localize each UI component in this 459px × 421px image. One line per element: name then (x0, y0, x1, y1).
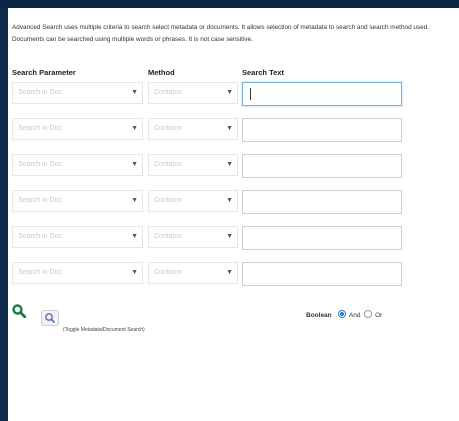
header-search-text: Search Text (242, 68, 284, 77)
method-value: Contains (154, 269, 182, 276)
dropdown-arrow-icon: ▼ (226, 89, 233, 96)
parameter-value: Search in Doc (18, 233, 62, 240)
top-bar (0, 0, 459, 8)
parameter-value: Search in Doc (18, 197, 62, 204)
parameter-select[interactable]: Search in Doc ▼ (12, 262, 143, 284)
search-row: Search in Doc ▼ Contains ▼ (8, 262, 459, 290)
text-caret (250, 88, 251, 100)
parameter-value: Search in Doc (18, 269, 62, 276)
advanced-search-panel: Advanced Search uses multiple criteria t… (8, 8, 459, 421)
dropdown-arrow-icon: ▼ (226, 233, 233, 240)
radio-or-label: Or (375, 312, 383, 319)
dropdown-arrow-icon: ▼ (131, 269, 138, 276)
radio-or[interactable] (364, 310, 373, 318)
dropdown-arrow-icon: ▼ (131, 125, 138, 132)
parameter-value: Search in Doc (18, 161, 62, 168)
parameter-select[interactable]: Search in Doc ▼ (12, 226, 143, 248)
search-row: Search in Doc ▼ Contains ▼ (8, 226, 459, 254)
method-select[interactable]: Contains ▼ (148, 262, 238, 284)
search-text-input[interactable] (242, 118, 402, 142)
boolean-selector: Boolean And Or (306, 310, 382, 319)
search-text-input[interactable] (242, 226, 402, 250)
search-row: Search in Doc ▼ Contains ▼ (8, 118, 459, 146)
boolean-label: Boolean (306, 312, 332, 319)
dropdown-arrow-icon: ▼ (226, 269, 233, 276)
radio-and-label: And (348, 312, 361, 319)
dropdown-arrow-icon: ▼ (226, 197, 233, 204)
parameter-value: Search in Doc (18, 125, 62, 132)
dropdown-arrow-icon: ▼ (131, 161, 138, 168)
magnifier-icon (45, 313, 55, 323)
search-row: Search in Doc ▼ Contains ▼ (8, 154, 459, 182)
method-select[interactable]: Contains ▼ (148, 190, 238, 212)
search-text-input[interactable] (242, 82, 402, 106)
method-select[interactable]: Contains ▼ (148, 154, 238, 176)
method-value: Contains (154, 125, 182, 132)
method-value: Contains (154, 197, 182, 204)
search-text-input[interactable] (242, 262, 402, 286)
header-search-parameter: Search Parameter (12, 68, 76, 77)
parameter-value: Search in Doc (18, 89, 62, 96)
parameter-select[interactable]: Search in Doc ▼ (12, 82, 143, 104)
method-select[interactable]: Contains ▼ (148, 118, 238, 140)
dropdown-arrow-icon: ▼ (131, 197, 138, 204)
dropdown-arrow-icon: ▼ (131, 233, 138, 240)
parameter-select[interactable]: Search in Doc ▼ (12, 190, 143, 212)
dropdown-arrow-icon: ▼ (226, 125, 233, 132)
dropdown-arrow-icon: ▼ (226, 161, 233, 168)
toggle-search-mode-button[interactable] (41, 310, 59, 326)
toggle-search-mode-label: (Toggle Metadata/Document Search) (63, 327, 145, 333)
search-row: Search in Doc ▼ Contains ▼ (8, 190, 459, 218)
header-method: Method (148, 68, 175, 77)
search-text-input[interactable] (242, 190, 402, 214)
method-select[interactable]: Contains ▼ (148, 226, 238, 248)
parameter-select[interactable]: Search in Doc ▼ (12, 154, 143, 176)
search-row: Search in Doc ▼ Contains ▼ (8, 82, 459, 110)
method-value: Contains (154, 89, 182, 96)
method-select[interactable]: Contains ▼ (148, 82, 238, 104)
method-value: Contains (154, 161, 182, 168)
method-value: Contains (154, 233, 182, 240)
dropdown-arrow-icon: ▼ (131, 89, 138, 96)
search-icon[interactable] (12, 304, 26, 318)
radio-and[interactable] (338, 310, 347, 318)
search-text-input[interactable] (242, 154, 402, 178)
search-description: Advanced Search uses multiple criteria t… (12, 24, 430, 43)
parameter-select[interactable]: Search in Doc ▼ (12, 118, 143, 140)
